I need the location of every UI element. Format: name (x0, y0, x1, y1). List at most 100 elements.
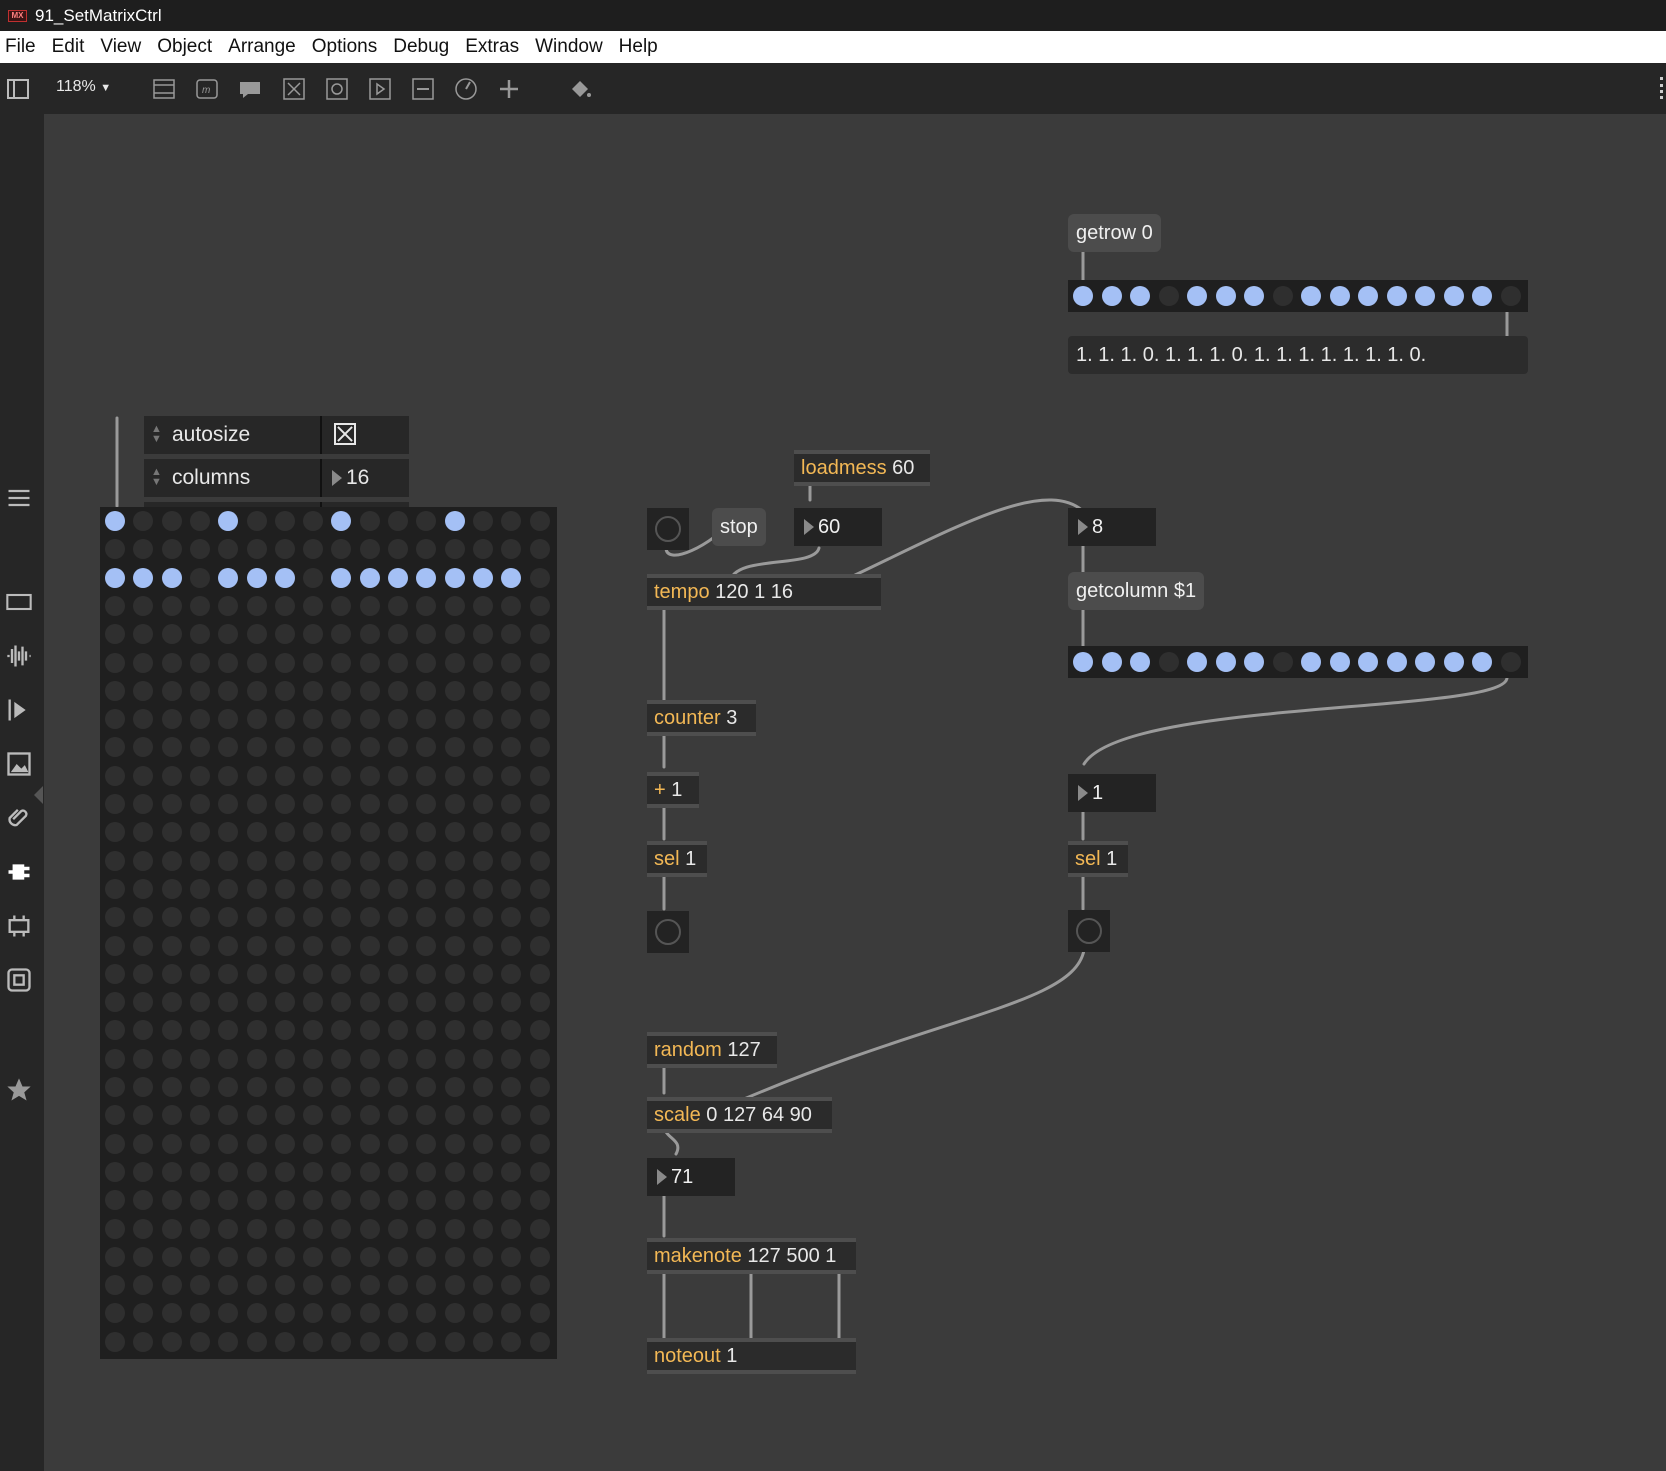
matrix-cell[interactable] (444, 878, 465, 899)
matrix-cell[interactable] (303, 737, 324, 758)
matrix-cell[interactable] (331, 963, 352, 984)
matrix-cell[interactable] (359, 709, 380, 730)
matrix-cell[interactable] (246, 878, 267, 899)
matrix-cell[interactable] (303, 511, 324, 531)
matrix-cell[interactable] (359, 850, 380, 871)
matrix-cell[interactable] (529, 850, 550, 871)
matrix-cell[interactable] (388, 709, 408, 730)
matrix-cell[interactable] (1187, 652, 1207, 672)
matrix-cell[interactable] (359, 1105, 380, 1126)
matrix-cell[interactable] (274, 1133, 295, 1154)
matrix-cell[interactable] (161, 963, 182, 984)
matrix-cell[interactable] (189, 1077, 210, 1097)
matrix-cell[interactable] (331, 567, 352, 588)
matrix-cell[interactable] (444, 822, 465, 843)
matrix-cell[interactable] (246, 1020, 267, 1041)
matrix-cell[interactable] (501, 1218, 522, 1239)
matrix-cell[interactable] (246, 1161, 267, 1182)
matrix-cell[interactable] (359, 822, 380, 843)
matrix-cell[interactable] (529, 539, 550, 560)
matrix-cell[interactable] (1386, 652, 1407, 672)
matrix-cell[interactable] (303, 850, 324, 871)
matrix-cell[interactable] (388, 539, 408, 560)
matrix-cell[interactable] (274, 624, 295, 645)
matrix-cell[interactable] (1215, 286, 1236, 306)
matrix-cell[interactable] (529, 992, 550, 1013)
matrix-cell[interactable] (529, 1077, 550, 1097)
matrix-cell[interactable] (189, 539, 210, 560)
matrix-cell[interactable] (161, 1275, 182, 1296)
connector-icon[interactable] (5, 912, 33, 940)
random-object[interactable]: random 127 (647, 1032, 777, 1068)
matrix-cell[interactable] (388, 907, 408, 928)
matrix-cell[interactable] (303, 1303, 324, 1324)
matrix-cell[interactable] (529, 822, 550, 843)
matrix-cell[interactable] (274, 1275, 295, 1296)
matrix-cell[interactable] (303, 963, 324, 984)
matrix-cell[interactable] (189, 850, 210, 871)
matrix-cell[interactable] (133, 709, 154, 730)
matrix-cell[interactable] (359, 1190, 380, 1211)
matrix-cell[interactable] (189, 1133, 210, 1154)
matrix-cell[interactable] (161, 1077, 182, 1097)
matrix-cell[interactable] (218, 850, 239, 871)
matrix-cell[interactable] (388, 567, 408, 588)
matrix-cell[interactable] (1244, 652, 1264, 672)
matrix-cell[interactable] (1500, 652, 1521, 672)
matrix-cell[interactable] (161, 907, 182, 928)
list-icon[interactable] (5, 484, 33, 512)
matrix-cell[interactable] (359, 1275, 380, 1296)
matrixctrl-main[interactable] (100, 507, 557, 1359)
matrix-cell[interactable] (105, 1161, 125, 1182)
menu-window[interactable]: Window (530, 36, 614, 58)
matrix-cell[interactable] (444, 1331, 465, 1352)
matrix-cell[interactable] (472, 1077, 493, 1097)
menu-file[interactable]: File (0, 36, 47, 58)
clip-icon[interactable] (5, 696, 33, 724)
matrix-cell[interactable] (218, 709, 239, 730)
matrix-cell[interactable] (105, 680, 125, 701)
inspector-columns[interactable]: ▲ ▼ columns 16 (144, 459, 409, 497)
matrix-cell[interactable] (416, 963, 437, 984)
matrix-cell[interactable] (359, 624, 380, 645)
matrix-cell[interactable] (218, 963, 239, 984)
matrix-cell[interactable] (218, 624, 239, 645)
matrix-cell[interactable] (501, 709, 522, 730)
matrix-cell[interactable] (303, 1020, 324, 1041)
matrix-cell[interactable] (1130, 652, 1150, 672)
matrix-cell[interactable] (303, 1105, 324, 1126)
matrix-cell[interactable] (388, 1133, 408, 1154)
matrix-cell[interactable] (444, 1246, 465, 1267)
matrix-cell[interactable] (331, 511, 352, 531)
matrix-cell[interactable] (303, 567, 324, 588)
matrix-cell[interactable] (444, 963, 465, 984)
matrix-cell[interactable] (359, 1133, 380, 1154)
matrix-cell[interactable] (274, 963, 295, 984)
matrix-cell[interactable] (501, 1190, 522, 1211)
matrix-cell[interactable] (472, 1190, 493, 1211)
matrix-cell[interactable] (359, 1048, 380, 1069)
matrix-cell[interactable] (416, 511, 437, 531)
matrix-cell[interactable] (133, 794, 154, 814)
matrix-cell[interactable] (472, 652, 493, 673)
matrix-cell[interactable] (246, 992, 267, 1013)
matrix-cell[interactable] (105, 652, 125, 673)
getcolumn-message[interactable]: getcolumn $1 (1068, 572, 1205, 610)
matrix-cell[interactable] (388, 511, 408, 531)
matrix-cell[interactable] (133, 680, 154, 701)
matrix-cell[interactable] (331, 935, 352, 956)
matrix-cell[interactable] (472, 1105, 493, 1126)
matrix-cell[interactable] (1158, 286, 1179, 306)
matrix-cell[interactable] (105, 624, 125, 645)
matrix-cell[interactable] (359, 992, 380, 1013)
matrix-cell[interactable] (303, 794, 324, 814)
matrix-cell[interactable] (246, 1331, 267, 1352)
matrix-cell[interactable] (501, 567, 522, 588)
matrix-cell[interactable] (472, 850, 493, 871)
matrix-cell[interactable] (472, 595, 493, 616)
matrix-cell[interactable] (218, 1133, 239, 1154)
matrix-cell[interactable] (303, 1331, 324, 1352)
matrix-cell[interactable] (444, 1133, 465, 1154)
matrix-cell[interactable] (416, 1303, 437, 1324)
paperclip-icon[interactable] (5, 804, 33, 832)
